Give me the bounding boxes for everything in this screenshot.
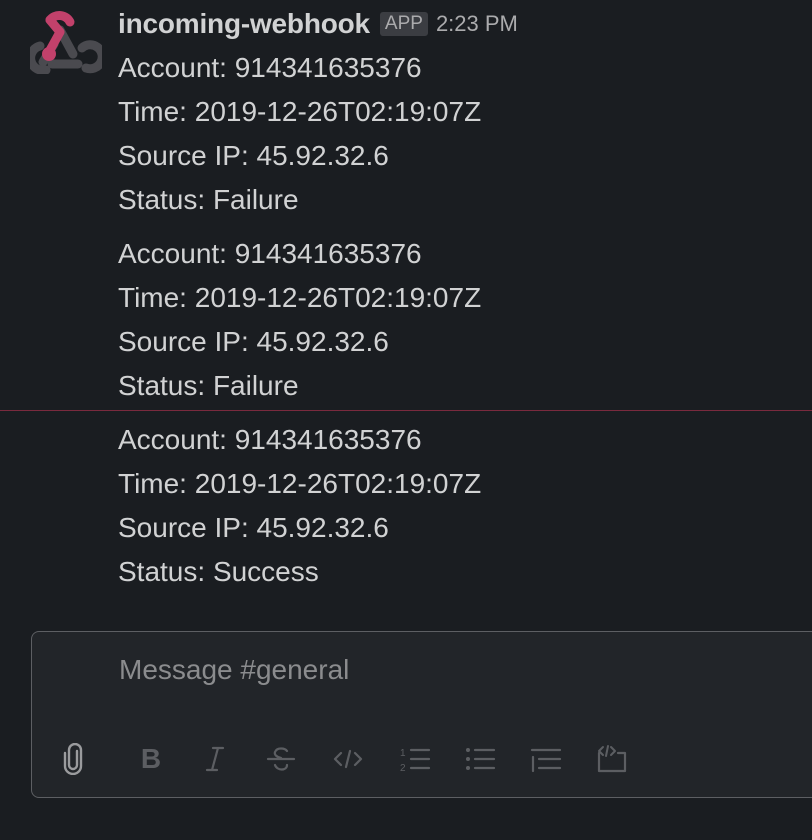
block-2-status: Status: Failure xyxy=(118,370,299,401)
block-2-time: Time: 2019-12-26T02:19:07Z xyxy=(118,282,482,313)
bulleted-list-icon xyxy=(466,748,496,770)
bulleted-list-button[interactable] xyxy=(460,739,500,779)
blockquote-icon xyxy=(530,748,562,773)
app-badge: APP xyxy=(379,12,428,36)
block-1-status: Status: Failure xyxy=(118,184,299,215)
attach-button[interactable] xyxy=(53,739,93,779)
strikethrough-button[interactable] xyxy=(261,739,301,779)
block-3-source-ip: Source IP: 45.92.32.6 xyxy=(118,512,389,543)
message-timestamp[interactable]: 2:23 PM xyxy=(436,11,518,37)
block-2-source-ip: Source IP: 45.92.32.6 xyxy=(118,326,389,357)
message-composer[interactable]: Message #general B 1 2 xyxy=(31,631,812,798)
paperclip-icon xyxy=(63,743,83,775)
message-header: incoming-webhook APP 2:23 PM xyxy=(118,4,518,44)
sender-name[interactable]: incoming-webhook xyxy=(118,8,370,40)
block-1-time: Time: 2019-12-26T02:19:07Z xyxy=(118,96,482,127)
blockquote-button[interactable] xyxy=(526,739,566,779)
webhook-logo-icon xyxy=(26,11,107,75)
ordered-list-button[interactable]: 1 2 xyxy=(395,739,435,779)
code-button[interactable] xyxy=(328,739,368,779)
code-block-icon xyxy=(597,745,627,773)
block-3-account: Account: 914341635376 xyxy=(118,424,422,455)
code-block-button[interactable] xyxy=(592,739,632,779)
svg-text:2: 2 xyxy=(400,763,406,773)
avatar[interactable] xyxy=(26,10,107,75)
svg-text:B: B xyxy=(141,745,161,773)
svg-text:1: 1 xyxy=(400,748,406,759)
new-messages-divider xyxy=(0,410,812,411)
bold-button[interactable]: B xyxy=(131,739,171,779)
italic-icon xyxy=(205,746,225,772)
strikethrough-icon xyxy=(266,747,296,771)
block-2-account: Account: 914341635376 xyxy=(118,238,422,269)
block-1-source-ip: Source IP: 45.92.32.6 xyxy=(118,140,389,171)
message-input[interactable]: Message #general xyxy=(119,654,349,686)
bold-icon: B xyxy=(141,745,161,773)
ordered-list-icon: 1 2 xyxy=(400,748,431,773)
code-icon xyxy=(333,749,363,769)
block-3-time: Time: 2019-12-26T02:19:07Z xyxy=(118,468,482,499)
block-3-status: Status: Success xyxy=(118,556,319,587)
italic-button[interactable] xyxy=(195,739,235,779)
block-1-account: Account: 914341635376 xyxy=(118,52,422,83)
